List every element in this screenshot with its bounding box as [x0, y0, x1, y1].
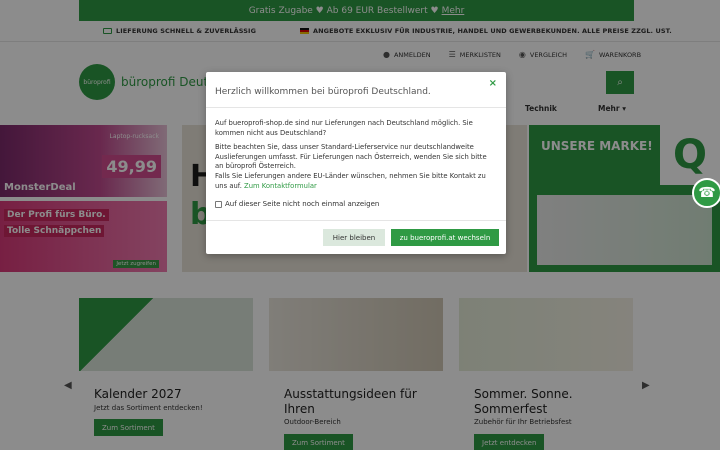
dont-show-again[interactable]: Auf dieser Seite nicht noch einmal anzei… [215, 200, 379, 208]
dont-show-checkbox[interactable] [215, 200, 222, 208]
stay-button[interactable]: Hier bleiben [323, 229, 385, 246]
close-icon[interactable]: × [489, 78, 497, 89]
dont-show-label: Auf dieser Seite nicht noch einmal anzei… [225, 200, 380, 208]
modal-header: Herzlich willkommen bei büroprofi Deutsc… [206, 72, 506, 108]
modal-footer: Hier bleiben zu bueroprofi.at wechseln [206, 220, 506, 254]
contact-form-link[interactable]: Zum Kontaktformular [244, 182, 317, 190]
modal-body: Auf bueroprofi-shop.de sind nur Lieferun… [215, 119, 497, 196]
modal-text-2a: Bitte beachten Sie, dass unser Standard-… [215, 143, 487, 171]
country-modal: Herzlich willkommen bei büroprofi Deutsc… [206, 72, 506, 254]
modal-text-2: Bitte beachten Sie, dass unser Standard-… [215, 143, 497, 191]
modal-title: Herzlich willkommen bei büroprofi Deutsc… [215, 87, 431, 97]
modal-text-1: Auf bueroprofi-shop.de sind nur Lieferun… [215, 119, 473, 137]
phone-icon[interactable]: ☎ [692, 178, 720, 208]
switch-to-at-button[interactable]: zu bueroprofi.at wechseln [391, 229, 499, 246]
